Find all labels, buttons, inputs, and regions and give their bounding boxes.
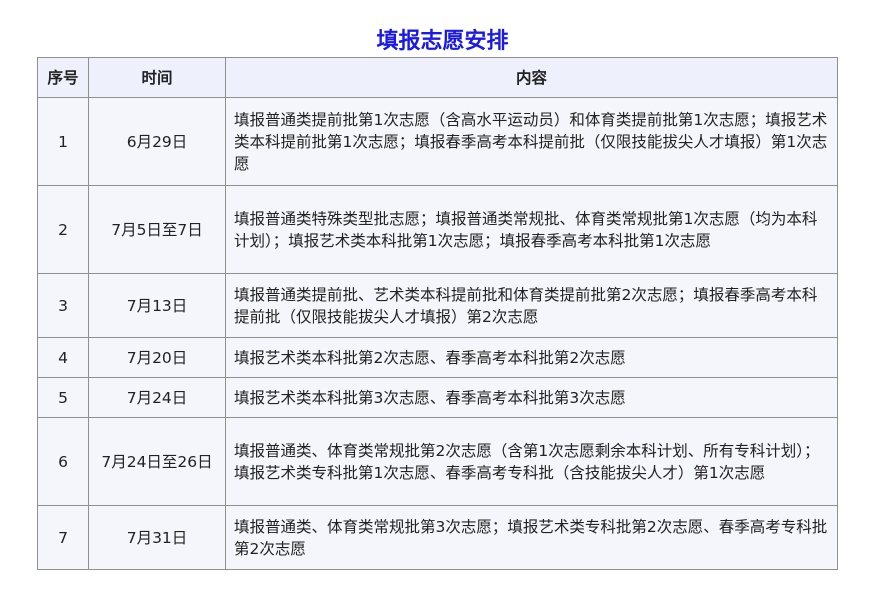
row-date: 7月5日至7日 (88, 185, 226, 274)
row-number: 5 (37, 377, 89, 418)
table-header: 序号 时间 内容 (37, 57, 838, 98)
table-body: 1 6月29日 填报普通类提前批第1次志愿（含高水平运动员）和体育类提前批第1次… (37, 97, 838, 570)
table-row: 7 7月31日 填报普通类、体育类常规批第3次志愿；填报艺术类专科批第2次志愿、… (37, 505, 838, 570)
page-title: 填报志愿安排 (376, 29, 509, 54)
table-row: 2 7月5日至7日 填报普通类特殊类型批志愿；填报普通类常规批、体育类常规批第1… (37, 185, 838, 274)
row-number: 7 (37, 505, 89, 570)
table-row: 4 7月20日 填报艺术类本科批第2次志愿、春季高考本科批第2次志愿 (37, 337, 838, 378)
table-row: 3 7月13日 填报普通类提前批、艺术类本科提前批和体育类提前批第2次志愿；填报… (37, 273, 838, 338)
table-row: 5 7月24日 填报艺术类本科批第3次志愿、春季高考本科批第3次志愿 (37, 377, 838, 418)
row-content: 填报艺术类本科批第2次志愿、春季高考本科批第2次志愿 (225, 337, 838, 378)
row-content: 填报普通类提前批、艺术类本科提前批和体育类提前批第2次志愿；填报春季高考本科提前… (225, 273, 838, 338)
table-row: 1 6月29日 填报普通类提前批第1次志愿（含高水平运动员）和体育类提前批第1次… (37, 97, 838, 186)
table-row: 6 7月24日至26日 填报普通类、体育类常规批第2次志愿（含第1次志愿剩余本科… (37, 417, 838, 506)
row-date: 7月24日至26日 (88, 417, 226, 506)
row-content: 填报普通类、体育类常规批第2次志愿（含第1次志愿剩余本科计划、所有专科计划）；填… (225, 417, 838, 506)
row-content: 填报普通类、体育类常规批第3次志愿；填报艺术类专科批第2次志愿、春季高考专科批第… (225, 505, 838, 570)
row-number: 4 (37, 337, 89, 378)
header-content: 内容 (225, 57, 838, 98)
row-content: 填报普通类特殊类型批志愿；填报普通类常规批、体育类常规批第1次志愿（均为本科计划… (225, 185, 838, 274)
row-date: 7月24日 (88, 377, 226, 418)
row-date: 7月20日 (88, 337, 226, 378)
row-number: 1 (37, 97, 89, 186)
row-number: 2 (37, 185, 89, 274)
header-number: 序号 (37, 57, 89, 98)
header-row: 序号 时间 内容 (37, 57, 838, 98)
row-date: 6月29日 (88, 97, 226, 186)
row-date: 7月31日 (88, 505, 226, 570)
row-number: 6 (37, 417, 89, 506)
header-time: 时间 (88, 57, 226, 98)
row-content: 填报普通类提前批第1次志愿（含高水平运动员）和体育类提前批第1次志愿；填报艺术类… (225, 97, 838, 186)
row-date: 7月13日 (88, 273, 226, 338)
row-number: 3 (37, 273, 89, 338)
schedule-table: 序号 时间 内容 1 6月29日 填报普通类提前批第1次志愿（含高水平运动员）和… (37, 57, 838, 570)
row-content: 填报艺术类本科批第3次志愿、春季高考本科批第3次志愿 (225, 377, 838, 418)
